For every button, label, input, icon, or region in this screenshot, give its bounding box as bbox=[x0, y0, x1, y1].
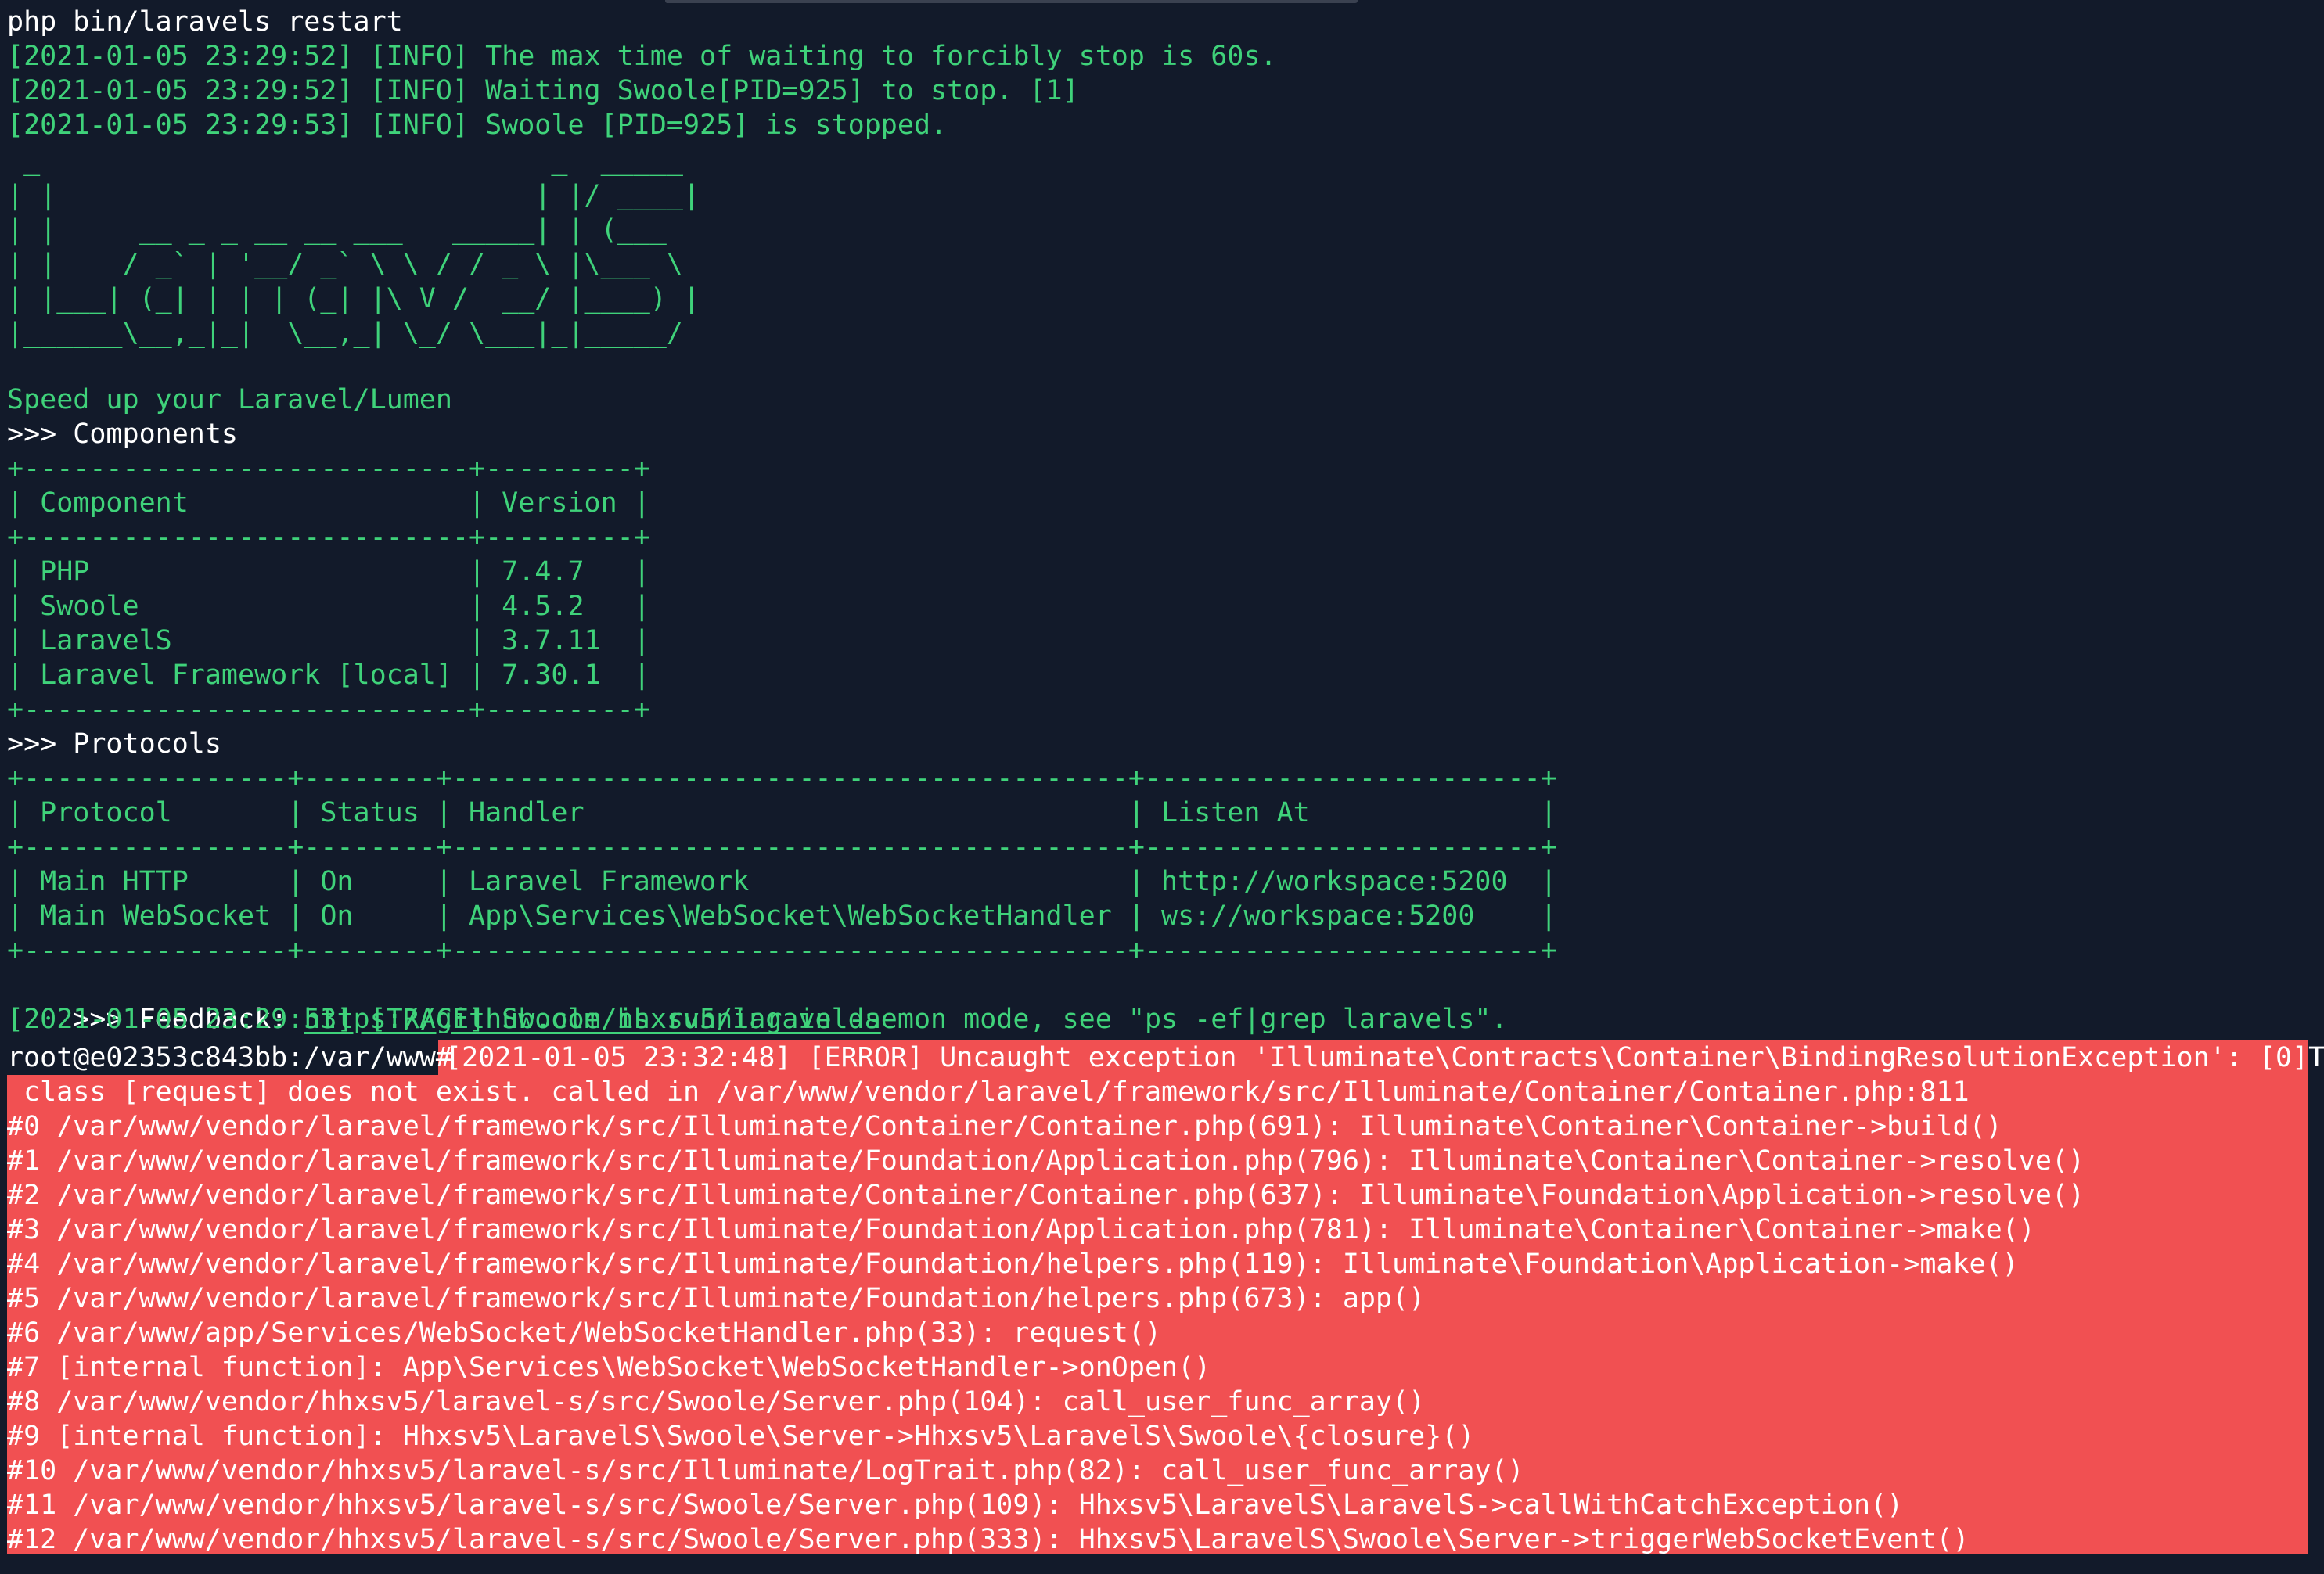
trace-line: [2021-01-05 23:29:53] [TRACE] Swoole is … bbox=[7, 1004, 1508, 1035]
table-row: +----------------+--------+-------------… bbox=[7, 763, 1557, 794]
table-row: +---------------------------+---------+ bbox=[7, 453, 650, 484]
table-row: +----------------+--------+-------------… bbox=[7, 935, 1557, 966]
banner-line: _ _ _____ bbox=[7, 146, 683, 177]
table-row: | Component | Version | bbox=[7, 487, 650, 519]
stack-frame: #0 /var/www/vendor/laravel/framework/src… bbox=[7, 1111, 2002, 1142]
stack-frame: #2 /var/www/vendor/laravel/framework/src… bbox=[7, 1180, 2085, 1211]
table-row: +----------------+--------+-------------… bbox=[7, 832, 1557, 863]
protocols-heading: >>> Protocols bbox=[7, 728, 221, 760]
shell-prompt[interactable]: root@e02353c843bb:/var/www# bbox=[7, 1040, 469, 1075]
stack-frame: #4 /var/www/vendor/laravel/framework/src… bbox=[7, 1249, 2019, 1280]
table-row: | Swoole | 4.5.2 | bbox=[7, 591, 650, 622]
log-line-stopped: [2021-01-05 23:29:53] [INFO] Swoole [PID… bbox=[7, 110, 948, 141]
stack-frame: #11 /var/www/vendor/hhxsv5/laravel-s/src… bbox=[7, 1490, 1904, 1521]
table-row: | Protocol | Status | Handler | Listen A… bbox=[7, 797, 1557, 828]
error-message-line: [2021-01-05 23:32:48] [ERROR] Uncaught e… bbox=[445, 1042, 2324, 1073]
banner-line: |______\__,_|_| \__,_| \_/ \___|_|_____/ bbox=[7, 318, 683, 349]
stack-frame: #7 [internal function]: App\Services\Web… bbox=[7, 1352, 1211, 1383]
stack-frame: #12 /var/www/vendor/hhxsv5/laravel-s/src… bbox=[7, 1524, 1970, 1555]
window-tab-indicator bbox=[665, 0, 1358, 3]
log-line-waiting: [2021-01-05 23:29:52] [INFO] Waiting Swo… bbox=[7, 75, 1079, 106]
stack-frame: #6 /var/www/app/Services/WebSocket/WebSo… bbox=[7, 1317, 1162, 1349]
table-row: | Main WebSocket | On | App\Services\Web… bbox=[7, 900, 1557, 932]
table-row: +---------------------------+---------+ bbox=[7, 522, 650, 553]
banner-line: | | __ _ _ __ __ ___ _____| | (___ bbox=[7, 214, 667, 246]
table-row: | Main HTTP | On | Laravel Framework | h… bbox=[7, 866, 1557, 897]
table-row: | Laravel Framework [local] | 7.30.1 | bbox=[7, 659, 650, 691]
error-message-line: class [request] does not exist. called i… bbox=[7, 1076, 1970, 1108]
table-row: | PHP | 7.4.7 | bbox=[7, 556, 650, 588]
terminal-window[interactable]: php bin/laravels restart [2021-01-05 23:… bbox=[0, 0, 2324, 1574]
stack-frame: #3 /var/www/vendor/laravel/framework/src… bbox=[7, 1214, 2035, 1245]
banner-line: | | | |/ ____| bbox=[7, 180, 700, 211]
stack-frame: #5 /var/www/vendor/laravel/framework/src… bbox=[7, 1283, 1426, 1314]
stack-frame: #8 /var/www/vendor/hhxsv5/laravel-s/src/… bbox=[7, 1386, 1426, 1418]
feedback-line: >>> Feedback: https://github.com/hhxsv5/… bbox=[7, 968, 881, 1035]
stack-frame: #10 /var/www/vendor/hhxsv5/laravel-s/src… bbox=[7, 1455, 1524, 1486]
stack-frame: #1 /var/www/vendor/laravel/framework/src… bbox=[7, 1145, 2085, 1177]
log-line-max-wait: [2021-01-05 23:29:52] [INFO] The max tim… bbox=[7, 41, 1277, 72]
banner-line: | |___| (_| | | | (_| |\ V / __/ |____) … bbox=[7, 283, 700, 314]
table-row: | LaravelS | 3.7.11 | bbox=[7, 625, 650, 656]
tagline: Speed up your Laravel/Lumen bbox=[7, 384, 452, 415]
banner-line: | | / _` | '__/ _` \ \ / / _ \ |\___ \ bbox=[7, 249, 683, 280]
table-row: +---------------------------+---------+ bbox=[7, 694, 650, 725]
components-heading: >>> Components bbox=[7, 419, 239, 450]
stack-frame: #9 [internal function]: Hhxsv5\LaravelS\… bbox=[7, 1421, 1475, 1452]
command-line: php bin/laravels restart bbox=[7, 6, 403, 38]
